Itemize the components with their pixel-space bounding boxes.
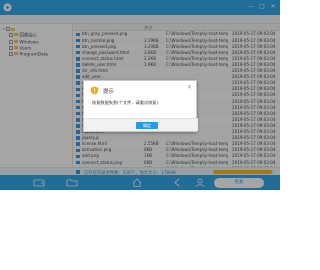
blank-area: [0, 190, 280, 270]
ok-button[interactable]: 确定: [136, 122, 158, 129]
dialog-close-button[interactable]: ✕: [187, 84, 192, 92]
dialog-title: 提示: [103, 89, 114, 95]
dialog-message: 恢复数据失败(个文件，请重试修复): [92, 100, 159, 105]
dialog-footer: 确定: [84, 118, 198, 131]
alert-dialog: 提示 ✕ 恢复数据失败(个文件，请重试修复) 确定: [83, 80, 198, 132]
warning-icon: [90, 86, 99, 95]
